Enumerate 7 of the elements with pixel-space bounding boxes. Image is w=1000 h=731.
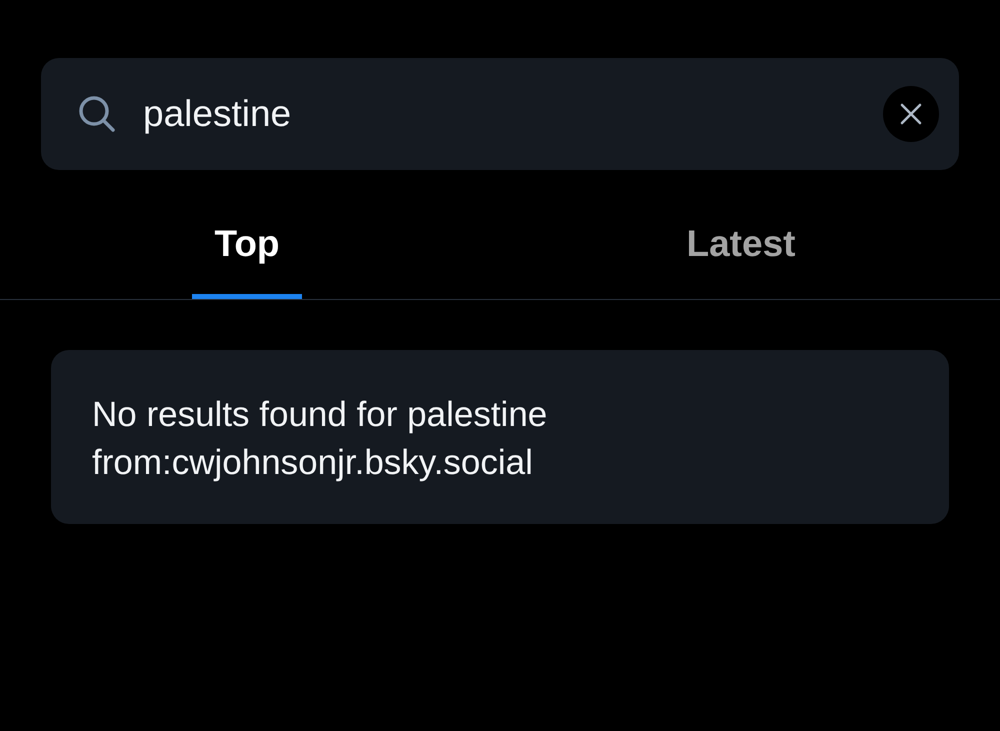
tab[interactable]: Top — [192, 200, 302, 299]
search-field[interactable]: palestine — [41, 58, 959, 170]
tab[interactable]: Latest — [664, 200, 818, 299]
search-icon — [77, 94, 117, 134]
close-icon — [900, 103, 922, 125]
search-input[interactable]: palestine — [143, 86, 883, 142]
no-results-message: No results found for palestine from:cwjohnsonjr.bsky.social — [92, 394, 548, 484]
